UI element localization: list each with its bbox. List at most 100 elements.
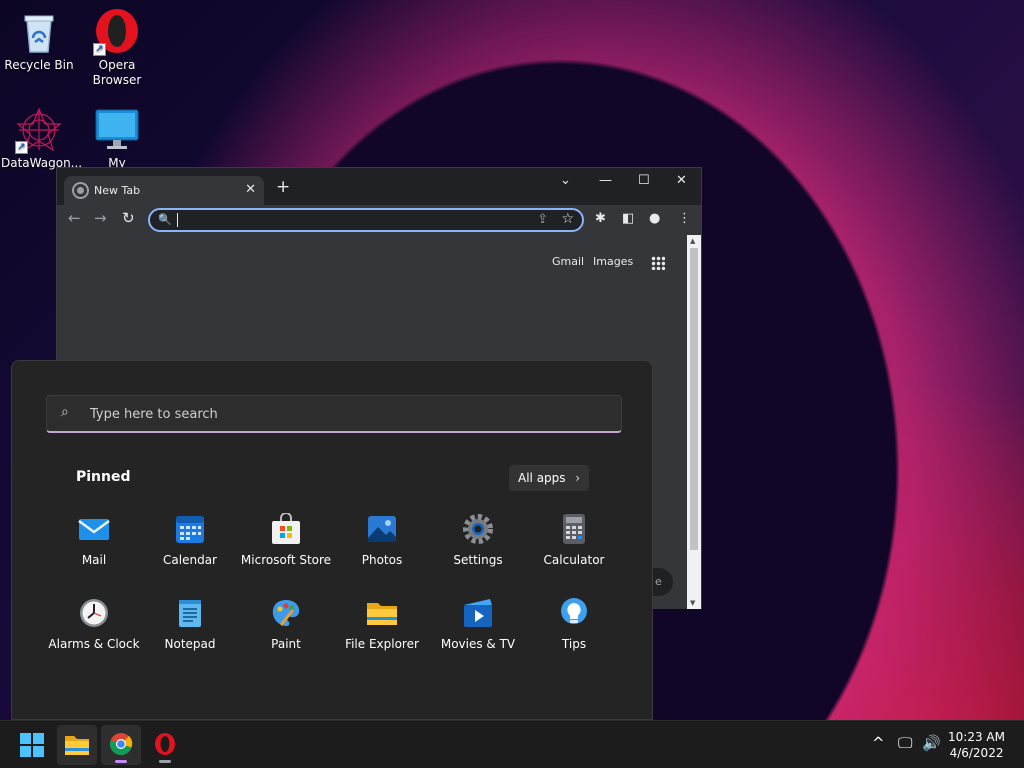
extensions-puzzle-icon[interactable]: ✱ [595,211,606,226]
volume-icon[interactable]: 🔊 [922,734,941,752]
images-link[interactable]: Images [593,255,633,268]
pinned-app-microsoft-store[interactable]: Microsoft Store [238,512,334,567]
maximize-button[interactable]: ☐ [638,173,650,188]
forward-arrow-icon[interactable]: → [94,211,107,226]
datawagon-icon: ↗ [15,106,63,154]
desktop-icon-label: Recycle Bin [4,58,74,72]
search-placeholder: Type here to search [90,407,218,422]
chrome-menu-icon[interactable]: ⋮ [678,211,691,226]
pinned-app-paint[interactable]: Paint [238,597,334,651]
opera-icon [155,733,175,755]
chrome-toolbar: ← → ↻ 🔍 ⇪ ☆ ✱ ◧ ● ⋮ [57,205,701,235]
app-label: Movies & TV [440,637,516,651]
scroll-down-arrow-icon[interactable]: ▼ [690,599,695,607]
pinned-app-movies-tv[interactable]: Movies & TV [430,597,526,651]
running-indicator [115,760,127,763]
pinned-app-photos[interactable]: Photos [334,513,430,567]
minimize-button[interactable]: — [599,173,612,188]
tab-search-chevron-icon[interactable]: ⌄ [560,173,571,188]
search-icon: 🔍 [158,213,172,226]
lightbulb-icon [558,597,590,629]
search-icon: ⌕ [61,404,69,420]
settings-gear-icon [462,513,494,545]
tab-title: New Tab [94,184,141,197]
all-apps-label: All apps [518,471,566,485]
movies-icon [462,597,494,629]
profile-avatar-icon[interactable]: ● [649,211,660,226]
taskbar-chrome[interactable] [101,725,141,765]
taskbar-clock[interactable]: 10:23 AM 4/6/2022 [948,729,1005,761]
pinned-app-calendar[interactable]: Calendar [142,513,238,567]
tab-new-tab[interactable]: New Tab ✕ [64,176,264,205]
app-label: File Explorer [345,637,419,651]
pinned-app-alarms-clock[interactable]: Alarms & Clock [46,597,142,651]
mail-icon [78,513,110,545]
windows-logo-icon [20,733,44,757]
app-label: Mail [81,553,107,567]
app-label: Paint [271,637,301,651]
clock-date: 4/6/2022 [949,746,1004,760]
pinned-app-mail[interactable]: Mail [46,513,142,567]
desktop-icon-recycle-bin[interactable]: Recycle Bin [1,8,77,73]
start-menu: ⌕ Type here to search Pinned All apps › … [11,360,653,720]
network-icon[interactable]: 🖵 [898,734,912,752]
taskbar-opera[interactable] [145,725,185,765]
chrome-titlebar: New Tab ✕ + ⌄ — ☐ ✕ [57,168,701,205]
google-apps-icon[interactable] [651,256,665,270]
desktop-icon-datawagon[interactable]: ↗ DataWagon... [1,106,82,171]
scrollbar-thumb[interactable] [690,248,698,550]
address-bar[interactable]: 🔍 ⇪ ☆ [148,208,584,232]
side-panel-icon[interactable]: ◧ [622,211,634,226]
pinned-app-file-explorer[interactable]: File Explorer [334,597,430,651]
start-search-input[interactable]: ⌕ Type here to search [46,395,622,433]
share-icon[interactable]: ⇪ [537,212,548,227]
running-indicator [159,760,171,763]
text-caret [177,213,178,227]
scroll-up-arrow-icon[interactable]: ▲ [690,237,695,245]
taskbar-file-explorer[interactable] [57,725,97,765]
show-hidden-icons-chevron-icon[interactable]: ^ [872,734,885,752]
gmail-link[interactable]: Gmail [552,255,584,268]
page-scrollbar[interactable]: ▲ ▼ [687,235,701,609]
calculator-icon [558,513,590,545]
pinned-app-settings[interactable]: Settings [430,513,526,567]
clock-icon [78,597,110,629]
shortcut-arrow-icon: ↗ [93,43,106,56]
pinned-app-tips[interactable]: Tips [526,597,622,651]
folder-icon [65,736,89,755]
shortcut-arrow-icon: ↗ [15,141,28,154]
app-label: Microsoft Store [240,553,332,567]
store-icon [270,512,302,545]
notepad-icon [174,597,206,629]
app-label: Tips [561,637,587,651]
new-tab-button[interactable]: + [276,179,290,196]
all-apps-button[interactable]: All apps › [509,465,589,491]
app-label: Alarms & Clock [48,637,140,651]
app-label: Settings [453,553,503,567]
paint-icon [270,597,302,629]
folder-icon [366,597,398,629]
chrome-icon [109,733,133,756]
close-tab-icon[interactable]: ✕ [245,182,256,197]
pinned-heading: Pinned [76,469,131,485]
photos-icon [366,513,398,545]
app-label: Calculator [543,553,605,567]
taskbar: ^ 🖵 🔊 10:23 AM 4/6/2022 [0,720,1024,768]
back-arrow-icon[interactable]: ← [68,211,81,226]
close-window-button[interactable]: ✕ [676,173,687,188]
desktop-icon-label: Opera Browser [92,58,142,87]
reload-icon[interactable]: ↻ [122,211,135,226]
clock-time: 10:23 AM [948,730,1005,744]
monitor-icon [93,106,141,154]
bookmark-star-icon[interactable]: ☆ [561,211,574,227]
app-label: Photos [361,553,403,567]
recycle-bin-icon [15,8,63,56]
desktop-icon-opera[interactable]: ↗ Opera Browser [79,8,155,88]
start-button[interactable] [12,725,52,765]
calendar-icon [174,513,206,545]
opera-icon: ↗ [93,8,141,56]
pinned-app-calculator[interactable]: Calculator [526,513,622,567]
app-label: Notepad [164,637,216,651]
chrome-favicon-icon [74,184,87,197]
pinned-app-notepad[interactable]: Notepad [142,597,238,651]
